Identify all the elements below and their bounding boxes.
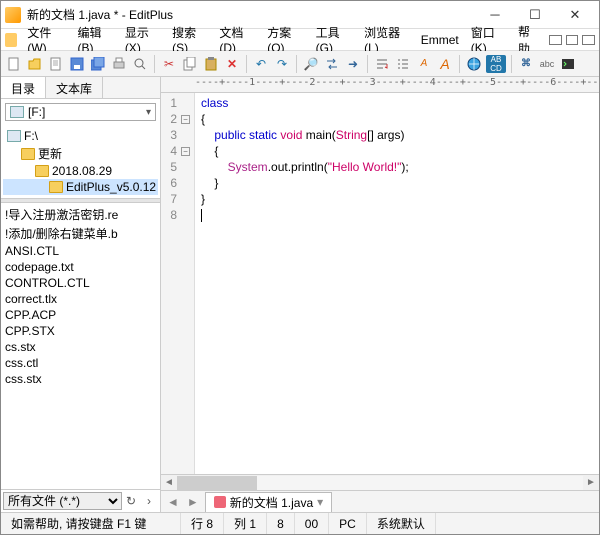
- tree-label: F:\: [24, 129, 38, 143]
- file-item[interactable]: cs.stx: [3, 339, 158, 355]
- status-input: PC: [329, 513, 367, 534]
- close-button[interactable]: ✕: [555, 2, 595, 28]
- status-total: 8: [267, 513, 295, 534]
- toolbar: ✂ ✕ ↶ ↷ 🔎 ➜ A A ABCD ⌘ abc: [1, 51, 599, 77]
- drive-selector[interactable]: [F:] ▾: [5, 103, 156, 121]
- wordwrap-icon[interactable]: [373, 55, 391, 73]
- save-icon[interactable]: [68, 55, 86, 73]
- replace-icon[interactable]: [323, 55, 341, 73]
- chevron-down-icon: ▾: [146, 107, 151, 118]
- copy-icon[interactable]: [181, 55, 199, 73]
- file-item[interactable]: ANSI.CTL: [3, 243, 158, 259]
- file-item[interactable]: correct.tlx: [3, 291, 158, 307]
- scroll-track[interactable]: [177, 476, 583, 490]
- app-icon: [5, 7, 21, 23]
- file-item[interactable]: css.ctl: [3, 355, 158, 371]
- open-folder-icon[interactable]: [26, 55, 44, 73]
- tree-row[interactable]: 2018.08.29: [3, 163, 158, 179]
- folder-tree[interactable]: F:\更新 2018.08.29 EditPlus_v5.0.12: [1, 125, 160, 198]
- file-list[interactable]: !导入注册激活密钥.re!添加/删除右键菜单.bANSI.CTLcodepage…: [1, 203, 160, 489]
- code-area[interactable]: 12−34−5678 class{ public static void mai…: [161, 93, 599, 474]
- line-gutter: 12−34−5678: [161, 93, 195, 474]
- status-help: 如需帮助, 请按键盘 F1 键: [1, 513, 181, 534]
- drive-icon: [7, 130, 21, 142]
- status-encoding: 系统默认: [367, 513, 436, 534]
- goto-icon[interactable]: ➜: [344, 55, 362, 73]
- drive-icon: [10, 106, 24, 118]
- menu-icon: [5, 33, 17, 47]
- font-small-icon[interactable]: A: [415, 55, 433, 73]
- abcd-icon[interactable]: ABCD: [486, 55, 506, 73]
- file-item[interactable]: !导入注册激活密钥.re: [3, 205, 158, 224]
- doc-tab-label: 新的文档 1.java: [230, 494, 313, 511]
- file-item[interactable]: codepage.txt: [3, 259, 158, 275]
- file-filter[interactable]: 所有文件 (*.*): [3, 492, 122, 510]
- tree-label: EditPlus_v5.0.12: [66, 180, 156, 194]
- abc-icon[interactable]: abc: [538, 55, 556, 73]
- mdi-minimize-icon[interactable]: [549, 35, 562, 45]
- main-area: 目录 文本库 [F:] ▾ F:\更新 2018.08.29 EditPlus_v5…: [1, 77, 599, 512]
- find-icon[interactable]: 🔎: [302, 55, 320, 73]
- file-item[interactable]: CONTROL.CTL: [3, 275, 158, 291]
- code-text[interactable]: class{ public static void main(String[] …: [195, 93, 599, 474]
- tab-directory[interactable]: 目录: [1, 77, 46, 98]
- java-file-icon: [214, 496, 226, 508]
- preview-icon[interactable]: [131, 55, 149, 73]
- status-line: 行 8: [181, 513, 224, 534]
- scroll-left-icon[interactable]: ◄: [161, 477, 177, 488]
- status-mode: 00: [295, 513, 329, 534]
- editor-area: ----+----1----+----2----+----3----+----4…: [161, 77, 599, 512]
- mdi-restore-icon[interactable]: [566, 35, 579, 45]
- hex-icon[interactable]: ⌘: [517, 55, 535, 73]
- tree-label: 更新: [38, 145, 62, 162]
- font-large-icon[interactable]: A: [436, 55, 454, 73]
- window-title: 新的文档 1.java * - EditPlus: [27, 6, 475, 23]
- folder-icon: [49, 181, 63, 193]
- sidebar-tabs: 目录 文本库: [1, 77, 160, 99]
- menubar: 文件(W) 编辑(B) 显示(X) 搜索(S) 文档(D) 方案(Q) 工具(G…: [1, 29, 599, 51]
- file-item[interactable]: CPP.ACP: [3, 307, 158, 323]
- sidebar: 目录 文本库 [F:] ▾ F:\更新 2018.08.29 EditPlus_v5…: [1, 77, 161, 512]
- folder-icon: [35, 165, 49, 177]
- scroll-right-icon[interactable]: ►: [583, 477, 599, 488]
- mdi-close-icon[interactable]: [582, 35, 595, 45]
- doc-tab-active[interactable]: 新的文档 1.java ▾: [205, 492, 332, 512]
- delete-icon[interactable]: ✕: [223, 55, 241, 73]
- filter-menu-icon[interactable]: ›: [140, 494, 158, 508]
- menu-emmet[interactable]: Emmet: [415, 31, 465, 49]
- tree-label: 2018.08.29: [52, 164, 112, 178]
- tab-next-icon[interactable]: ►: [185, 495, 201, 509]
- file-item[interactable]: CPP.STX: [3, 323, 158, 339]
- tree-row[interactable]: EditPlus_v5.0.12: [3, 179, 158, 195]
- document-tabs: ◄ ► 新的文档 1.java ▾: [161, 490, 599, 512]
- browser-icon[interactable]: [465, 55, 483, 73]
- filter-bar: 所有文件 (*.*) ↻ ›: [1, 489, 160, 512]
- tab-textlib[interactable]: 文本库: [46, 77, 103, 98]
- file-item[interactable]: css.stx: [3, 371, 158, 387]
- paste-icon[interactable]: [202, 55, 220, 73]
- file-item[interactable]: !添加/删除右键菜单.b: [3, 224, 158, 243]
- statusbar: 如需帮助, 请按键盘 F1 键 行 8 列 1 8 00 PC 系统默认: [1, 512, 599, 534]
- print-icon[interactable]: [110, 55, 128, 73]
- tree-row[interactable]: F:\: [3, 128, 158, 144]
- terminal-icon[interactable]: [559, 55, 577, 73]
- save-all-icon[interactable]: [89, 55, 107, 73]
- new-file-icon[interactable]: [5, 55, 23, 73]
- status-col: 列 1: [224, 513, 267, 534]
- drive-label: [F:]: [28, 105, 45, 119]
- redo-icon[interactable]: ↷: [273, 55, 291, 73]
- scroll-thumb[interactable]: [177, 476, 257, 490]
- doc-tab-menu-icon[interactable]: ▾: [317, 495, 323, 509]
- h-scrollbar[interactable]: ◄ ►: [161, 474, 599, 490]
- cut-icon[interactable]: ✂: [160, 55, 178, 73]
- filter-refresh-icon[interactable]: ↻: [122, 494, 140, 508]
- tab-prev-icon[interactable]: ◄: [165, 495, 181, 509]
- linenum-icon[interactable]: [394, 55, 412, 73]
- open-doc-icon[interactable]: [47, 55, 65, 73]
- tree-row[interactable]: 更新: [3, 144, 158, 163]
- ruler: ----+----1----+----2----+----3----+----4…: [161, 77, 599, 93]
- folder-icon: [21, 148, 35, 160]
- undo-icon[interactable]: ↶: [252, 55, 270, 73]
